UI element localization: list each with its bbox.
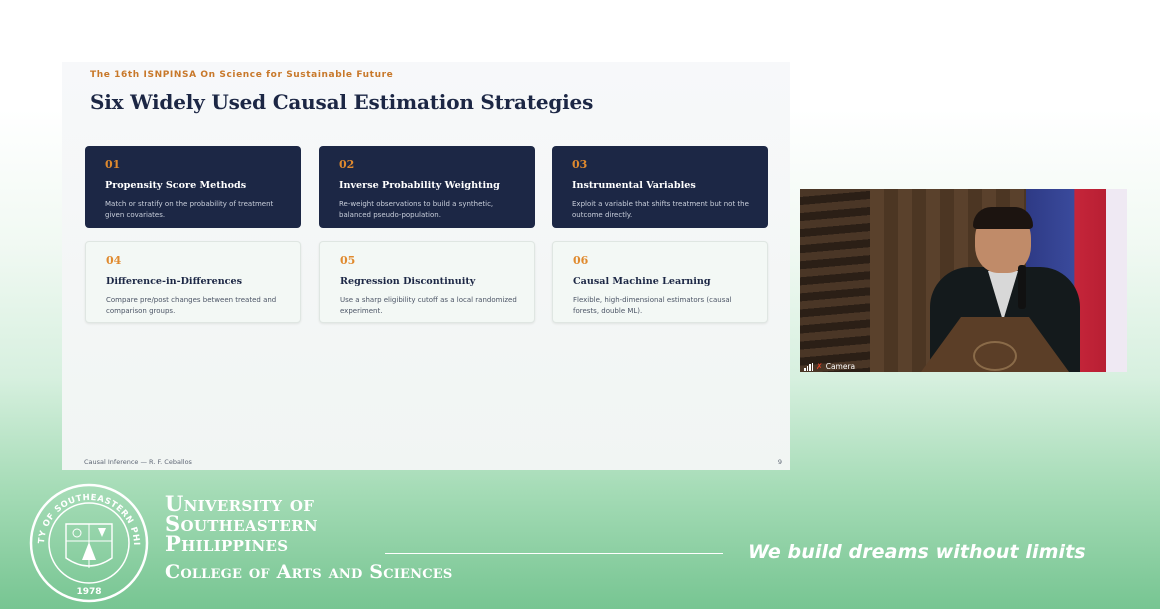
podium-seal: [973, 341, 1017, 371]
card-number: 01: [105, 158, 121, 171]
card-number: 02: [339, 158, 355, 171]
microphone: [1018, 265, 1026, 309]
presentation-slide: The 16th ISNPINSA On Science for Sustain…: [62, 62, 790, 470]
slide-title: Six Widely Used Causal Estimation Strate…: [90, 90, 594, 114]
tagline: We build dreams without limits: [748, 541, 1086, 563]
card-number: 04: [106, 254, 122, 267]
card-title: Difference-in-Differences: [106, 276, 243, 287]
card-description: Re-weight observations to build a synthe…: [339, 200, 494, 219]
divider-line: [385, 553, 723, 554]
camera-feed[interactable]: ✗ Camera: [800, 189, 1127, 372]
seal-year: 1978: [76, 587, 101, 597]
card-description: Exploit a variable that shifts treatment…: [572, 200, 749, 219]
conference-title: The 16th ISNPINSA On Science for Sustain…: [90, 70, 394, 80]
card-title: Inverse Probability Weighting: [339, 180, 500, 191]
camera-label: ✗ Camera: [804, 361, 855, 372]
svg-text:UNIVERSITY OF SOUTHEASTERN PHI: UNIVERSITY OF SOUTHEASTERN PHILIPPINES: [26, 482, 141, 546]
card-title: Causal Machine Learning: [573, 276, 711, 287]
card-description: Match or stratify on the probability of …: [105, 200, 274, 219]
signal-bars-icon: [804, 362, 813, 371]
camera-name: Camera: [825, 362, 856, 371]
card-description: Flexible, high-dimensional estimators (c…: [573, 296, 732, 315]
card-number: 05: [340, 254, 356, 267]
slide-footer: Causal Inference — R. F. Ceballos: [84, 458, 192, 466]
speaker-hair: [973, 207, 1033, 229]
seal-text: UNIVERSITY OF SOUTHEASTERN PHILIPPINES: [26, 482, 140, 546]
card-title: Regression Discontinuity: [340, 276, 476, 287]
strategy-card: 04 Difference-in-Differences Compare pre…: [85, 241, 301, 323]
strategy-card: 01 Propensity Score Methods Match or str…: [85, 146, 301, 228]
university-seal-icon: UNIVERSITY OF SOUTHEASTERN PHILIPPINES 1…: [26, 482, 149, 603]
college-name: College of Arts and Sciences: [165, 561, 453, 583]
card-number: 06: [573, 254, 589, 267]
card-description: Compare pre/post changes between treated…: [106, 296, 277, 315]
card-number: 03: [572, 158, 588, 171]
mic-off-icon[interactable]: ✗: [816, 362, 823, 371]
camera-background: [800, 189, 870, 372]
strategy-card: 06 Causal Machine Learning Flexible, hig…: [552, 241, 768, 323]
card-title: Instrumental Variables: [572, 180, 696, 191]
camera-background-wall: [1106, 189, 1127, 372]
strategy-card: 05 Regression Discontinuity Use a sharp …: [319, 241, 535, 323]
university-name-line: Philippines: [165, 531, 289, 556]
university-name: University of Southeastern Philippines: [165, 493, 318, 556]
strategy-card: 02 Inverse Probability Weighting Re-weig…: [319, 146, 535, 228]
card-description: Use a sharp eligibility cutoff as a loca…: [340, 296, 517, 315]
card-title: Propensity Score Methods: [105, 180, 247, 191]
slide-page-number: 9: [777, 458, 782, 466]
strategy-card: 03 Instrumental Variables Exploit a vari…: [552, 146, 768, 228]
